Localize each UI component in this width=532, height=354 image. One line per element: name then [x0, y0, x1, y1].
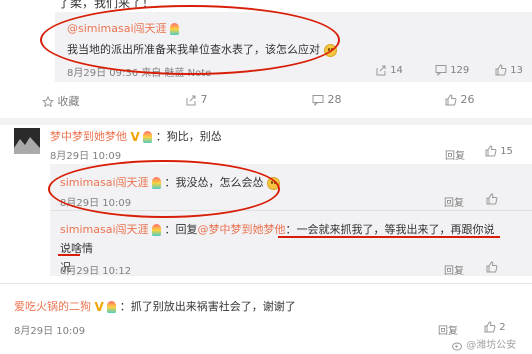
- comment-header: 爱吃火锅的二狗 V ：抓了别放出来祸害社会了，谢谢了: [14, 298, 296, 314]
- comment-like[interactable]: 2: [484, 321, 506, 333]
- reply-prefix: ：回复: [164, 223, 198, 236]
- red-underline-annotation: [278, 236, 500, 238]
- weibo-logo-icon: [452, 342, 462, 350]
- comment-icon: [435, 65, 447, 76]
- reply-button[interactable]: 回复: [438, 322, 458, 337]
- comment-text: ：抓了别放出来祸害社会了，谢谢了: [119, 300, 296, 313]
- reply-user-name[interactable]: simimasai闯天涯: [60, 223, 149, 236]
- red-circle-annotation: [40, 5, 340, 75]
- thumbs-up-icon: [484, 321, 496, 333]
- comment-like-count: 2: [499, 322, 506, 333]
- reply-button[interactable]: 回复: [444, 262, 464, 277]
- post-action-bar: 收藏 7 28 26: [0, 82, 532, 118]
- thumbs-up-icon: [495, 64, 507, 76]
- quoted-share[interactable]: 14: [375, 64, 403, 76]
- thumbs-up-icon: [445, 94, 457, 106]
- divider: [0, 283, 532, 284]
- comment-text: ：狗比，别怂: [155, 130, 222, 143]
- reply-button[interactable]: 回复: [444, 194, 464, 209]
- thumbs-up-icon[interactable]: [486, 261, 498, 273]
- repost-button[interactable]: 7: [185, 93, 208, 106]
- verified-badge-icon: V: [94, 300, 104, 314]
- star-icon: [42, 96, 54, 108]
- comment-like-count: 15: [500, 146, 513, 157]
- favorite-button[interactable]: 收藏: [42, 93, 80, 109]
- like-count: 26: [460, 93, 475, 106]
- quoted-share-count: 14: [390, 65, 403, 76]
- red-circle-annotation: [48, 160, 280, 218]
- quoted-comment-count: 129: [450, 65, 470, 76]
- mention-link[interactable]: @梦中梦到她梦他: [198, 223, 286, 236]
- repost-count: 7: [200, 93, 208, 106]
- share-icon: [186, 95, 196, 106]
- user-badge-icon: [143, 131, 153, 143]
- thumbs-up-icon[interactable]: [486, 193, 498, 205]
- comment-button[interactable]: 28: [312, 93, 342, 106]
- thumbs-up-icon: [485, 145, 497, 157]
- verified-badge-icon: V: [130, 130, 140, 144]
- comment-like[interactable]: 15: [485, 145, 513, 157]
- watermark: @潍坊公安: [452, 336, 516, 351]
- share-icon: [376, 65, 386, 76]
- comment-count: 28: [327, 93, 342, 106]
- comment-user-name[interactable]: 爱吃火锅的二狗: [14, 300, 91, 313]
- reply-button[interactable]: 回复: [445, 147, 465, 162]
- comment-time: 8月29日 10:09: [14, 326, 86, 337]
- comment-icon: [312, 95, 324, 106]
- avatar-image-icon: [14, 128, 40, 154]
- quoted-like[interactable]: 13: [495, 64, 523, 76]
- user-badge-icon: [152, 224, 162, 236]
- quoted-like-count: 13: [510, 65, 523, 76]
- like-button[interactable]: 26: [445, 93, 475, 106]
- comment-time: 8月29日 10:09: [50, 151, 122, 162]
- avatar[interactable]: [14, 128, 40, 154]
- user-badge-icon: [107, 301, 117, 313]
- comment-header: 梦中梦到她梦他 V ：狗比，别怂: [50, 128, 222, 144]
- reply-time: 8月29日 10:12: [60, 266, 132, 277]
- red-underline-annotation: [58, 254, 80, 256]
- comment-user-name[interactable]: 梦中梦到她梦他: [50, 130, 127, 143]
- watermark-text: @潍坊公安: [466, 340, 517, 351]
- section-divider: [0, 118, 532, 125]
- favorite-label: 收藏: [57, 95, 80, 108]
- quoted-comment[interactable]: 129: [435, 64, 469, 76]
